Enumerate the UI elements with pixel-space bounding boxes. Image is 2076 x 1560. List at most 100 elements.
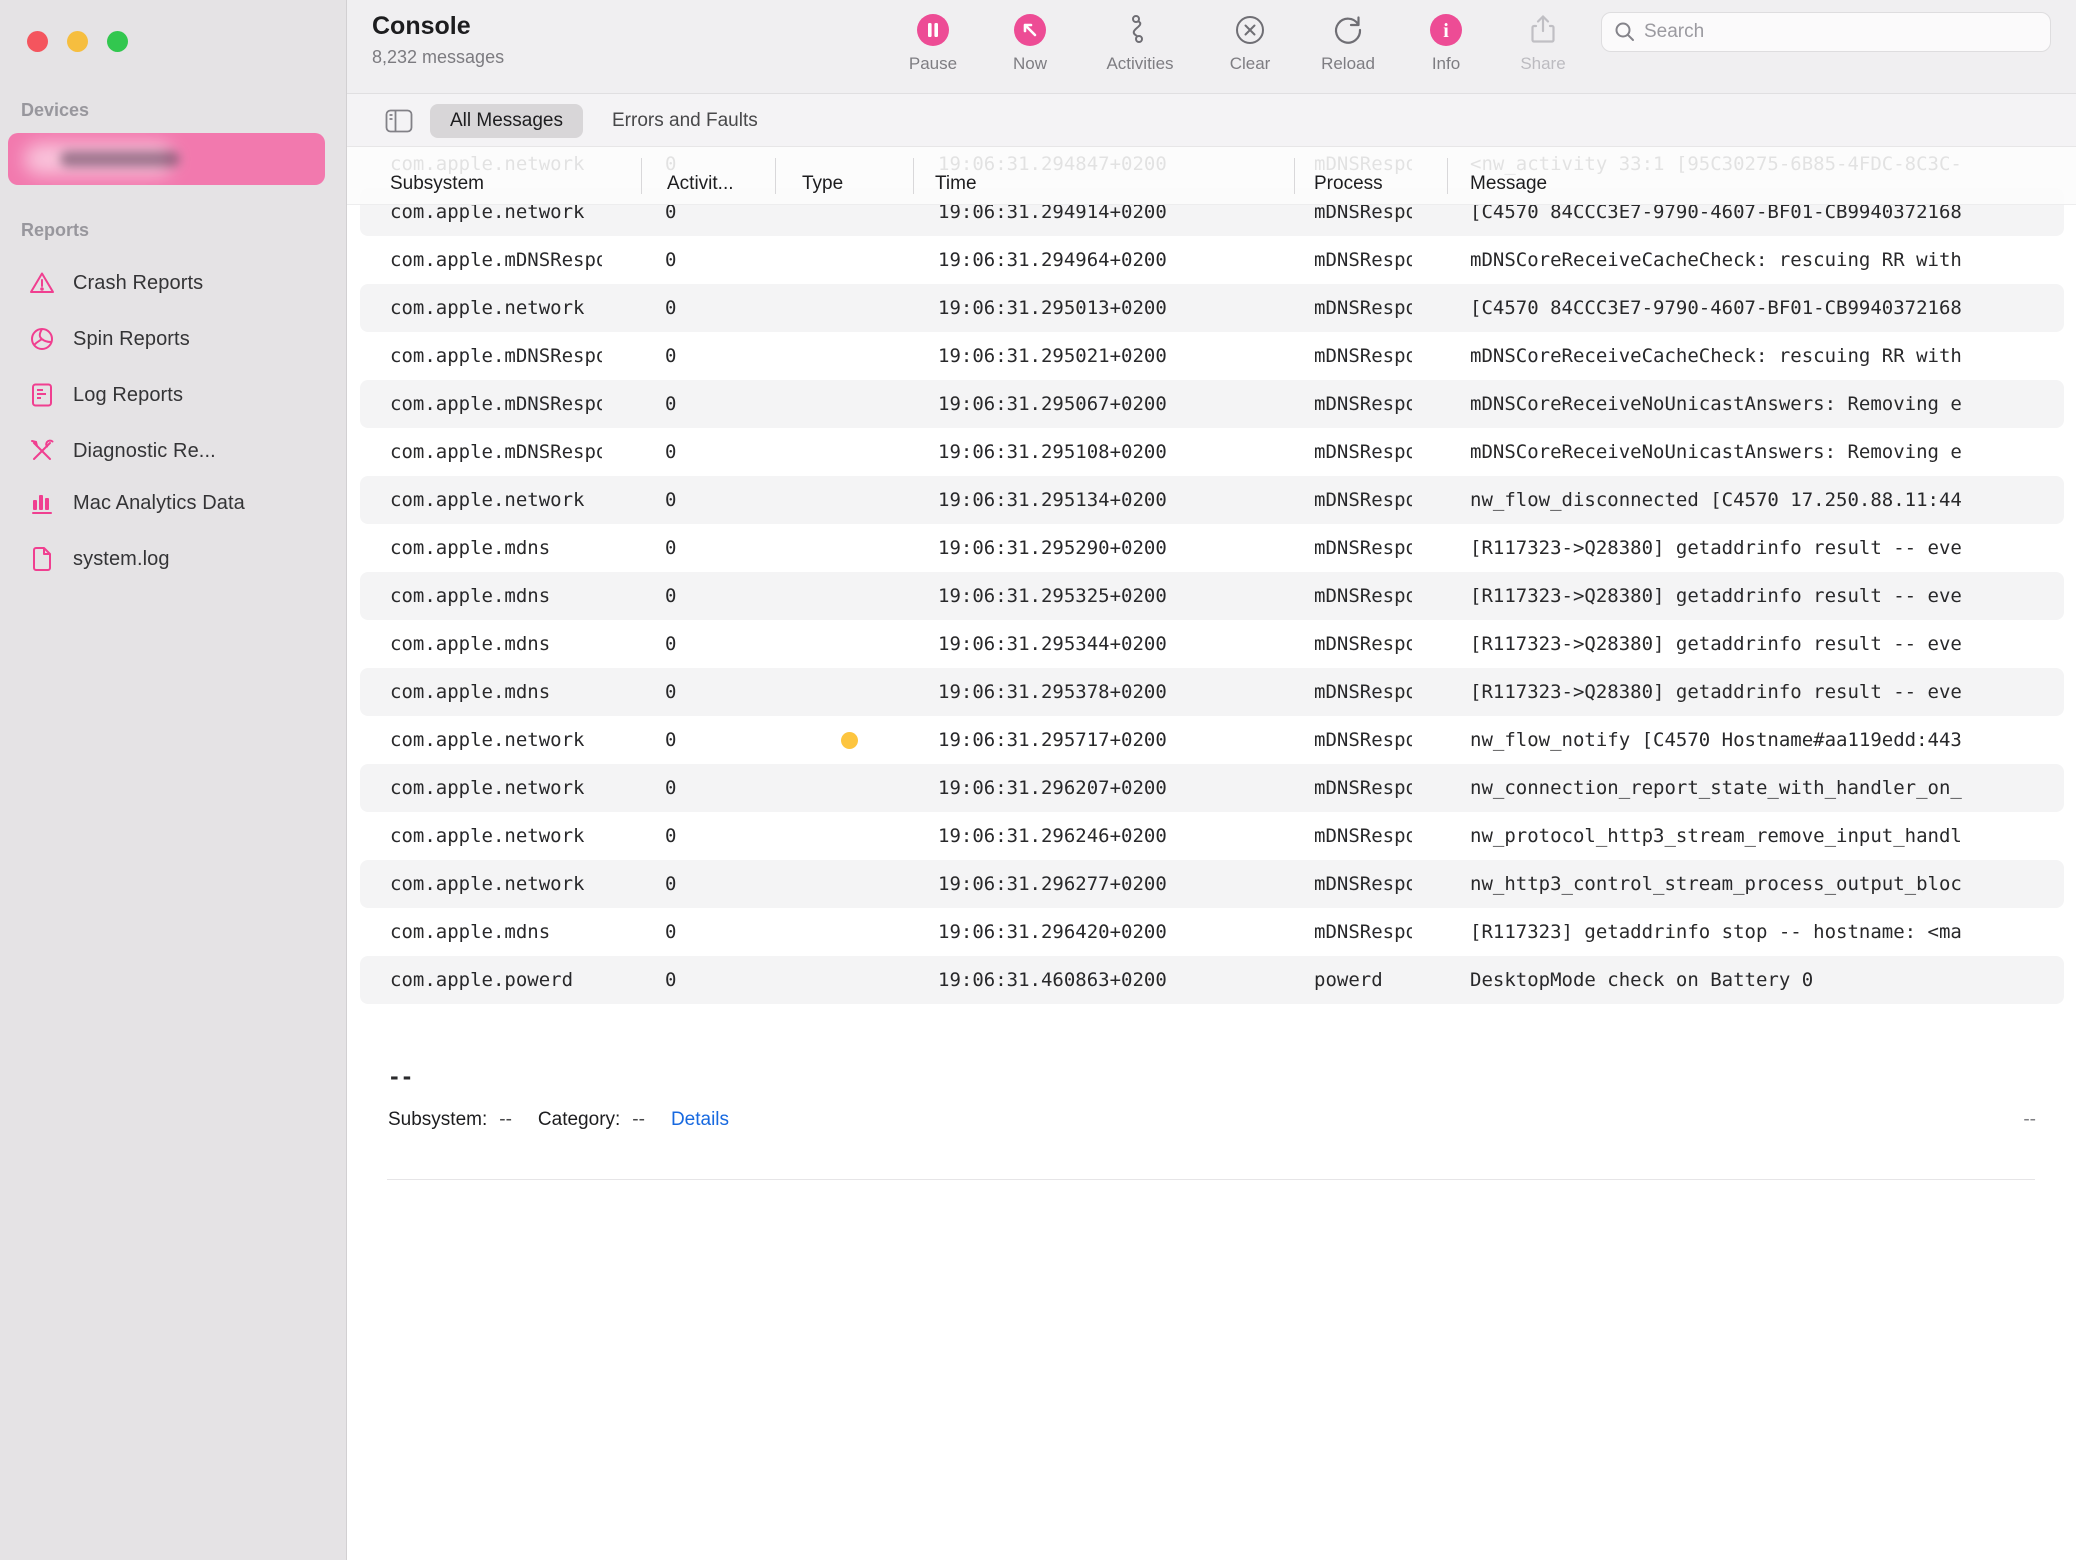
sidebar-item-spin-reports[interactable]: Spin Reports bbox=[8, 315, 339, 363]
cell-activity: 0 bbox=[665, 284, 676, 332]
sidebar-section-devices: Devices bbox=[21, 100, 89, 121]
cell-subsystem: com.apple.network bbox=[390, 764, 602, 812]
reload-button[interactable]: Reload bbox=[1300, 10, 1396, 74]
cell-message: [R117323->Q28380] getaddrinfo result -- … bbox=[1470, 620, 2076, 668]
log-row[interactable]: com.apple.network019:06:31.296277+0200mD… bbox=[347, 860, 2076, 908]
column-header-subsystem[interactable]: Subsystem bbox=[390, 173, 484, 195]
log-row[interactable]: com.apple.mDNSResponder019:06:31.295108+… bbox=[347, 428, 2076, 476]
cell-time: 19:06:31.296420+0200 bbox=[938, 908, 1167, 956]
clear-circle-x-icon bbox=[1202, 10, 1298, 50]
column-header-type[interactable]: Type bbox=[802, 173, 843, 195]
cell-time: 19:06:31.295067+0200 bbox=[938, 380, 1167, 428]
cell-message: [R117323->Q28380] getaddrinfo result -- … bbox=[1470, 572, 2076, 620]
log-row[interactable]: com.apple.powerd019:06:31.460863+0200pow… bbox=[347, 956, 2076, 1004]
cell-subsystem: com.apple.mdns bbox=[390, 668, 602, 716]
cell-subsystem: com.apple.mdns bbox=[390, 524, 602, 572]
cell-process: mDNSResponder bbox=[1314, 764, 1412, 812]
activities-button[interactable]: Activities bbox=[1092, 10, 1188, 74]
reload-icon bbox=[1300, 10, 1396, 50]
sidebar-item-crash-reports[interactable]: Crash Reports bbox=[8, 259, 339, 307]
tab-all-messages[interactable]: All Messages bbox=[430, 104, 583, 138]
pinwheel-icon bbox=[28, 325, 56, 353]
log-row[interactable]: com.apple.mDNSResponder019:06:31.294964+… bbox=[347, 236, 2076, 284]
pause-button[interactable]: Pause bbox=[885, 10, 981, 74]
window-title: Console bbox=[372, 12, 504, 41]
detail-subsystem-label: Subsystem: bbox=[388, 1109, 487, 1131]
log-row[interactable]: com.apple.mdns019:06:31.295325+0200mDNSR… bbox=[347, 572, 2076, 620]
cell-process: mDNSResponder bbox=[1314, 620, 1412, 668]
sidebar-item-system-log[interactable]: system.log bbox=[8, 535, 339, 583]
cell-subsystem: com.apple.mDNSResponder bbox=[390, 380, 602, 428]
column-header-message[interactable]: Message bbox=[1470, 173, 1547, 195]
log-document-icon bbox=[28, 381, 56, 409]
info-icon: i bbox=[1398, 10, 1494, 50]
cell-process: mDNSResponder bbox=[1314, 380, 1412, 428]
cell-time: 19:06:31.295325+0200 bbox=[938, 572, 1167, 620]
column-divider[interactable] bbox=[1294, 158, 1295, 194]
svg-text:i: i bbox=[1443, 20, 1449, 42]
detail-pane: -- Subsystem: -- Category: -- Details -- bbox=[347, 1021, 2076, 1560]
cell-message: nw_connection_report_state_with_handler_… bbox=[1470, 764, 2076, 812]
sidebar-item-diagnostic-reports[interactable]: Diagnostic Re... bbox=[8, 427, 339, 475]
cell-message: mDNSCoreReceiveNoUnicastAnswers: Removin… bbox=[1470, 428, 2076, 476]
log-row[interactable]: com.apple.mDNSResponder019:06:31.295067+… bbox=[347, 380, 2076, 428]
cell-activity: 0 bbox=[665, 764, 676, 812]
sidebar-item-device-redacted[interactable] bbox=[8, 133, 325, 185]
message-count: 8,232 messages bbox=[372, 47, 504, 68]
column-divider[interactable] bbox=[641, 158, 642, 194]
cell-subsystem: com.apple.mDNSResponder bbox=[390, 428, 602, 476]
sidebar-item-mac-analytics-data[interactable]: Mac Analytics Data bbox=[8, 479, 339, 527]
zoom-button[interactable] bbox=[107, 31, 128, 52]
clear-button[interactable]: Clear bbox=[1202, 10, 1298, 74]
log-row[interactable]: com.apple.network019:06:31.296246+0200mD… bbox=[347, 812, 2076, 860]
cell-message: mDNSCoreReceiveCacheCheck: rescuing RR w… bbox=[1470, 236, 2076, 284]
column-divider[interactable] bbox=[775, 158, 776, 194]
cell-message: nw_protocol_http3_stream_remove_input_ha… bbox=[1470, 812, 2076, 860]
search-field[interactable]: Search bbox=[1601, 12, 2051, 52]
info-button[interactable]: i Info bbox=[1398, 10, 1494, 74]
cell-message: nw_flow_notify [C4570 Hostname#aa119edd:… bbox=[1470, 716, 2076, 764]
cell-time: 19:06:31.294964+0200 bbox=[938, 236, 1167, 284]
warning-triangle-icon bbox=[28, 269, 56, 297]
cell-subsystem: com.apple.network bbox=[390, 284, 602, 332]
share-icon bbox=[1495, 10, 1591, 50]
cell-time: 19:06:31.295021+0200 bbox=[938, 332, 1167, 380]
log-row[interactable]: com.apple.mdns019:06:31.295378+0200mDNSR… bbox=[347, 668, 2076, 716]
cell-process: mDNSResponder bbox=[1314, 476, 1412, 524]
sidebar-item-label: Diagnostic Re... bbox=[73, 440, 216, 463]
cell-process: mDNSResponder bbox=[1314, 908, 1412, 956]
column-header-process[interactable]: Process bbox=[1314, 173, 1383, 195]
log-row[interactable]: com.apple.mdns019:06:31.296420+0200mDNSR… bbox=[347, 908, 2076, 956]
details-link[interactable]: Details bbox=[671, 1109, 729, 1131]
cell-subsystem: com.apple.mDNSResponder bbox=[390, 236, 602, 284]
cell-time: 19:06:31.296246+0200 bbox=[938, 812, 1167, 860]
cell-process: mDNSResponder bbox=[1314, 524, 1412, 572]
cell-process: mDNSResponder bbox=[1314, 812, 1412, 860]
log-row[interactable]: com.apple.mdns019:06:31.295344+0200mDNSR… bbox=[347, 620, 2076, 668]
cell-activity: 0 bbox=[665, 956, 676, 1004]
share-button[interactable]: Share bbox=[1495, 10, 1591, 74]
arrow-up-left-icon bbox=[982, 10, 1078, 50]
column-header-time[interactable]: Time bbox=[935, 173, 977, 195]
cell-time: 19:06:31.295717+0200 bbox=[938, 716, 1167, 764]
tab-errors-and-faults[interactable]: Errors and Faults bbox=[612, 104, 758, 138]
column-header-activity[interactable]: Activit... bbox=[667, 173, 734, 195]
column-divider[interactable] bbox=[913, 158, 914, 194]
sidebar-item-log-reports[interactable]: Log Reports bbox=[8, 371, 339, 419]
log-row[interactable]: com.apple.network019:06:31.296207+0200mD… bbox=[347, 764, 2076, 812]
log-row[interactable]: com.apple.mdns019:06:31.295290+0200mDNSR… bbox=[347, 524, 2076, 572]
pause-icon bbox=[885, 10, 981, 50]
now-button[interactable]: Now bbox=[982, 10, 1078, 74]
sidebar-toggle-button[interactable] bbox=[385, 109, 413, 133]
activities-path-icon bbox=[1092, 10, 1188, 50]
minimize-button[interactable] bbox=[67, 31, 88, 52]
type-dot-icon bbox=[841, 732, 858, 749]
log-row[interactable]: com.apple.network019:06:31.295134+0200mD… bbox=[347, 476, 2076, 524]
cell-process: mDNSResponder bbox=[1314, 236, 1412, 284]
column-divider[interactable] bbox=[1447, 158, 1448, 194]
log-row[interactable]: com.apple.network019:06:31.295013+0200mD… bbox=[347, 284, 2076, 332]
cell-time: 19:06:31.295013+0200 bbox=[938, 284, 1167, 332]
log-row[interactable]: com.apple.mDNSResponder019:06:31.295021+… bbox=[347, 332, 2076, 380]
close-button[interactable] bbox=[27, 31, 48, 52]
log-row[interactable]: com.apple.network019:06:31.295717+0200mD… bbox=[347, 716, 2076, 764]
